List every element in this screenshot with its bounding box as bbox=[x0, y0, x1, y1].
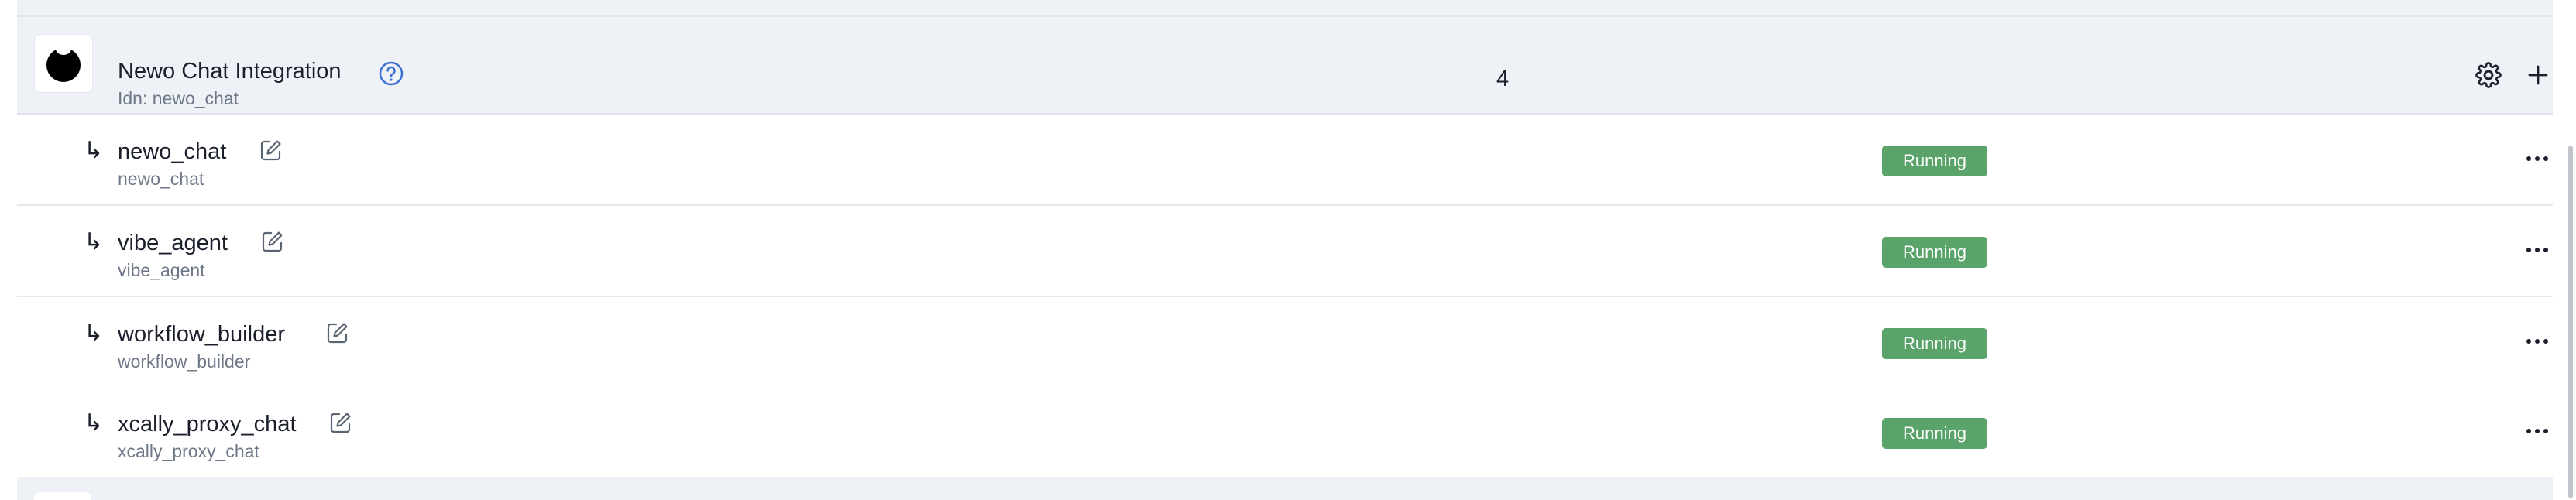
group-logo bbox=[34, 34, 93, 93]
next-group-logo bbox=[34, 492, 91, 500]
status-badge: Running bbox=[1882, 418, 1987, 449]
edit-icon[interactable] bbox=[259, 138, 283, 163]
child-arrow-icon: ↳ bbox=[84, 138, 104, 163]
more-horizontal-icon[interactable] bbox=[2522, 237, 2553, 263]
list-item[interactable]: ↳ newo_chat newo_chat Running bbox=[17, 115, 2553, 206]
group-item-count: 4 bbox=[1496, 67, 1510, 91]
previous-row-strip bbox=[17, 0, 2553, 17]
plus-icon[interactable] bbox=[2525, 62, 2551, 88]
status-badge: Running bbox=[1882, 146, 1987, 176]
edit-icon[interactable] bbox=[328, 410, 353, 435]
more-horizontal-icon[interactable] bbox=[2522, 328, 2553, 354]
list-item[interactable]: ↳ vibe_agent vibe_agent Running bbox=[17, 206, 2553, 297]
item-title: vibe_agent bbox=[118, 231, 228, 255]
edit-icon[interactable] bbox=[260, 229, 285, 254]
child-arrow-icon: ↳ bbox=[84, 410, 104, 436]
group-title: Newo Chat Integration bbox=[118, 59, 342, 84]
item-subtitle: vibe_agent bbox=[118, 260, 205, 280]
more-horizontal-icon[interactable] bbox=[2522, 146, 2553, 172]
more-horizontal-icon[interactable] bbox=[2522, 418, 2553, 444]
help-circle-icon[interactable] bbox=[378, 60, 404, 87]
item-subtitle: xcally_proxy_chat bbox=[118, 441, 259, 461]
newo-logo-icon bbox=[46, 43, 81, 82]
list-item[interactable]: ↳ workflow_builder workflow_builder Runn… bbox=[17, 297, 2553, 389]
item-title: xcally_proxy_chat bbox=[118, 412, 297, 437]
group-row-newo-chat[interactable]: Newo Chat Integration Idn: newo_chat 4 bbox=[17, 17, 2553, 115]
item-subtitle: newo_chat bbox=[118, 169, 204, 189]
edit-icon[interactable] bbox=[325, 320, 350, 345]
item-title: newo_chat bbox=[118, 139, 227, 164]
child-arrow-icon: ↳ bbox=[84, 229, 104, 255]
gear-icon[interactable] bbox=[2475, 62, 2502, 88]
item-subtitle: workflow_builder bbox=[118, 351, 251, 372]
next-group-row-strip bbox=[17, 477, 2553, 500]
item-title: workflow_builder bbox=[118, 322, 285, 347]
group-idn: Idn: newo_chat bbox=[118, 88, 239, 108]
child-arrow-icon: ↳ bbox=[84, 320, 104, 346]
scrollbar-thumb[interactable] bbox=[2568, 146, 2573, 498]
list-item[interactable]: ↳ xcally_proxy_chat xcally_proxy_chat Ru… bbox=[17, 387, 2553, 478]
status-badge: Running bbox=[1882, 328, 1987, 359]
status-badge: Running bbox=[1882, 237, 1987, 268]
project-table: Newo Chat Integration Idn: newo_chat 4 ↳… bbox=[17, 0, 2553, 500]
